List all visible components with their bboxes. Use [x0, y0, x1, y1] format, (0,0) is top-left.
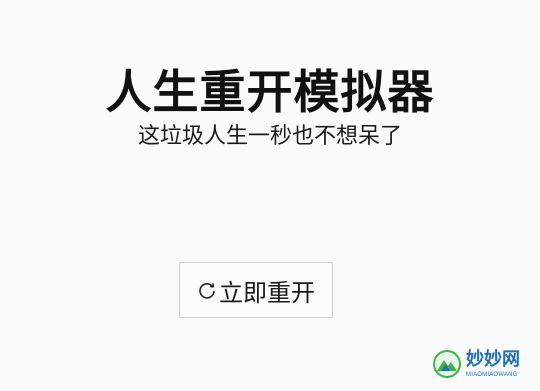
restart-icon — [197, 280, 217, 300]
watermark: 妙妙网 MIAOMIAOWANG — [432, 344, 536, 384]
mountain-logo-icon — [432, 349, 462, 379]
page: 人生重开模拟器 这垃圾人生一秒也不想呆了 立即重开 妙妙网 MIAOMIAOWA… — [0, 0, 540, 391]
restart-button[interactable]: 立即重开 — [179, 262, 333, 318]
watermark-text: 妙妙网 MIAOMIAOWANG — [466, 348, 520, 378]
page-subtitle: 这垃圾人生一秒也不想呆了 — [137, 124, 402, 149]
watermark-name: 妙妙网 — [466, 348, 520, 370]
restart-button-label: 立即重开 — [219, 278, 315, 307]
page-title: 人生重开模拟器 — [105, 65, 435, 119]
watermark-sub: MIAOMIAOWANG — [466, 371, 518, 378]
